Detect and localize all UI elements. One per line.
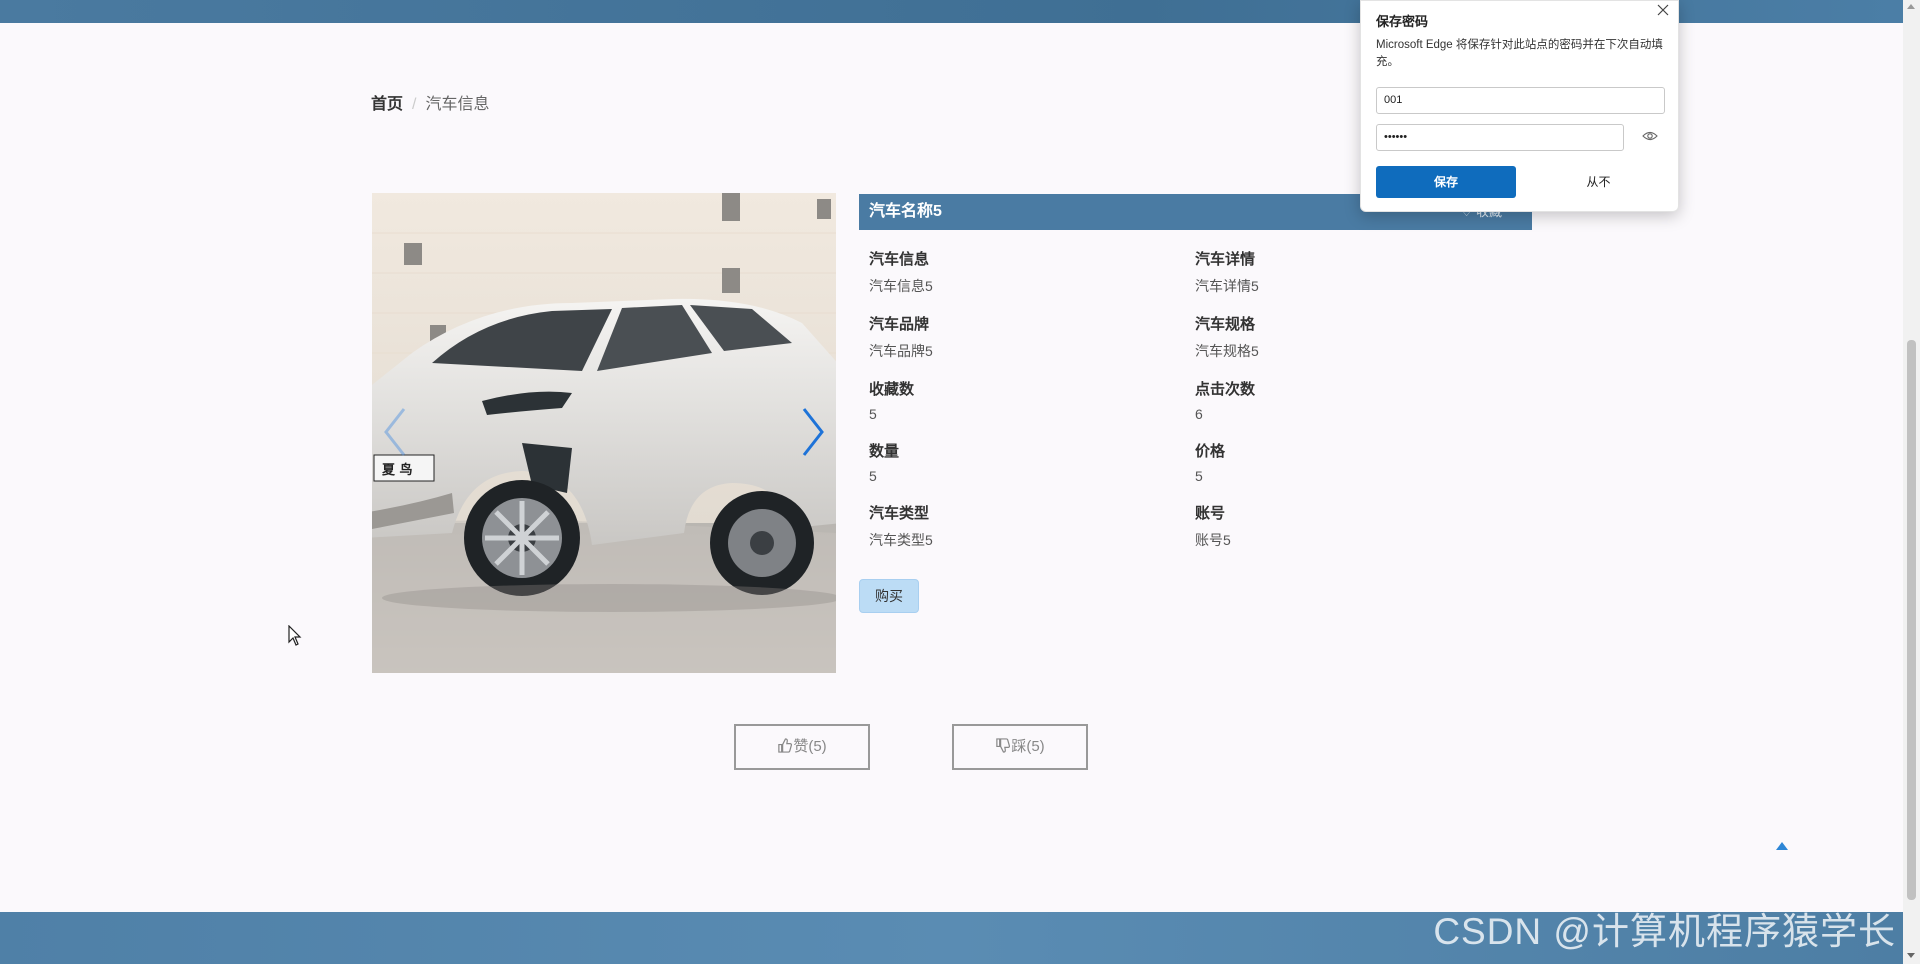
show-password-button[interactable] — [1642, 129, 1658, 148]
username-field[interactable]: 001 — [1376, 87, 1665, 114]
dialog-title: 保存密码 — [1376, 14, 1429, 29]
field-value: 5 — [869, 406, 877, 422]
scroll-down-icon[interactable] — [1907, 953, 1915, 958]
close-icon — [1657, 4, 1669, 16]
field-value: 6 — [1195, 406, 1203, 422]
field-label: 数量 — [869, 443, 900, 460]
save-password-dialog: 保存密码 Microsoft Edge 将保存针对此站点的密码并在下次自动填充。… — [1360, 0, 1679, 212]
car-photo: 夏 鸟 — [372, 193, 836, 673]
field-label: 汽车规格 — [1195, 316, 1256, 333]
field-favorite-count: 收藏数 5 — [869, 378, 914, 422]
car-attribute-grid: 汽车信息 汽车信息5 汽车详情 汽车详情5 汽车品牌 汽车品牌5 汽车规格 汽车… — [859, 230, 1532, 570]
like-button[interactable]: 赞(5) — [734, 724, 870, 770]
field-car-brand: 汽车品牌 汽车品牌5 — [869, 313, 933, 361]
car-name-title: 汽车名称5 — [869, 203, 942, 220]
carousel-next-button[interactable] — [796, 405, 828, 459]
eye-icon — [1642, 131, 1658, 141]
chevron-left-icon — [384, 408, 406, 456]
field-label: 价格 — [1195, 443, 1226, 460]
save-password-button[interactable]: 保存 — [1376, 166, 1516, 198]
car-image-carousel[interactable]: 夏 鸟 — [372, 193, 836, 673]
field-click-count: 点击次数 6 — [1195, 378, 1255, 422]
field-value: 5 — [1195, 468, 1203, 484]
field-label: 点击次数 — [1195, 381, 1256, 398]
never-save-button[interactable]: 从不 — [1531, 166, 1666, 198]
breadcrumb-current: 汽车信息 — [425, 96, 490, 113]
dislike-button[interactable]: 踩(5) — [952, 724, 1088, 770]
field-quantity: 数量 5 — [869, 440, 899, 484]
license-plate-text: 夏 鸟 — [381, 462, 413, 478]
page-scrollbar[interactable] — [1903, 0, 1920, 964]
field-account: 账号 账号5 — [1195, 502, 1231, 550]
field-label: 汽车详情 — [1195, 251, 1256, 268]
thumbs-down-icon — [996, 738, 1011, 753]
field-car-info: 汽车信息 汽车信息5 — [869, 248, 933, 296]
field-value: 汽车详情5 — [1195, 278, 1259, 294]
field-car-spec: 汽车规格 汽车规格5 — [1195, 313, 1259, 361]
dislike-label: 踩(5) — [1011, 738, 1045, 755]
scroll-up-icon[interactable] — [1907, 4, 1915, 9]
field-value: 汽车类型5 — [869, 532, 933, 548]
field-value: 汽车品牌5 — [869, 343, 933, 359]
carousel-prev-button[interactable] — [380, 405, 412, 459]
car-info-panel: 汽车名称5 ♡ 收藏 汽车信息 汽车信息5 汽车详情 汽车详情5 汽车品牌 汽车… — [859, 194, 1532, 570]
dialog-description: Microsoft Edge 将保存针对此站点的密码并在下次自动填充。 — [1376, 39, 1663, 68]
field-value: 5 — [869, 468, 877, 484]
field-value: 账号5 — [1195, 532, 1231, 548]
watermark-text: CSDN @计算机程序猿学长 — [1433, 911, 1896, 952]
field-value: 汽车信息5 — [869, 278, 933, 294]
field-label: 收藏数 — [869, 381, 915, 398]
field-car-type: 汽车类型 汽车类型5 — [869, 502, 933, 550]
like-label: 赞(5) — [793, 738, 827, 755]
field-label: 汽车信息 — [869, 251, 930, 268]
field-label: 账号 — [1195, 505, 1226, 522]
scrollbar-thumb[interactable] — [1907, 340, 1916, 900]
breadcrumb: 首页 / 汽车信息 — [371, 90, 489, 114]
password-field[interactable]: •••••• — [1376, 124, 1624, 151]
chevron-right-icon — [802, 408, 824, 456]
field-car-detail: 汽车详情 汽车详情5 — [1195, 248, 1259, 296]
breadcrumb-home-link[interactable]: 首页 — [371, 96, 403, 113]
mouse-cursor-icon — [288, 625, 302, 646]
field-value: 汽车规格5 — [1195, 343, 1259, 359]
back-to-top-icon[interactable] — [1776, 842, 1788, 850]
thumbs-up-icon — [778, 738, 793, 753]
field-label: 汽车品牌 — [869, 316, 930, 333]
close-button[interactable] — [1654, 1, 1672, 19]
field-price: 价格 5 — [1195, 440, 1225, 484]
breadcrumb-separator: / — [412, 96, 417, 113]
buy-button[interactable]: 购买 — [859, 579, 919, 613]
field-label: 汽车类型 — [869, 505, 930, 522]
